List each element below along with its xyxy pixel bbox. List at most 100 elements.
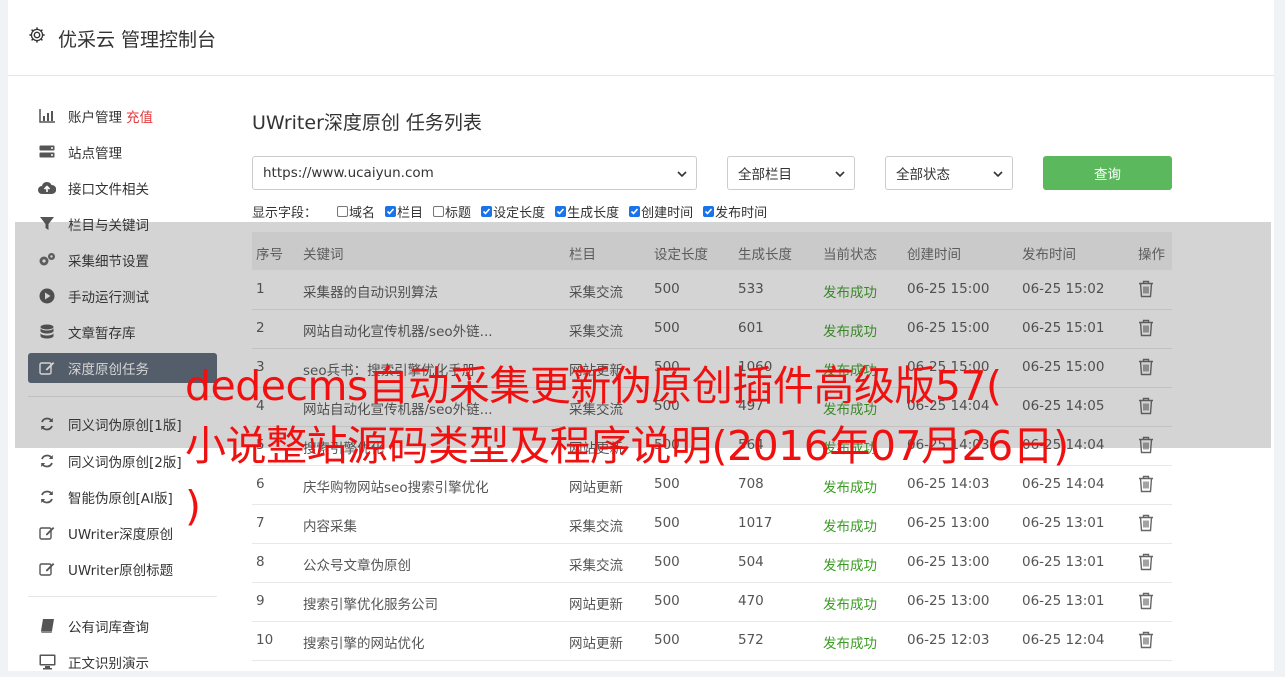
field-checkbox[interactable]: 设定长度 [481,202,545,221]
status-badge: 发布成功 [823,519,877,535]
display-fields: 显示字段： 域名 栏目 标题 设定长度 生成长度 创建时间 发布时间 [252,202,777,221]
table-row: 8 公众号文章伪原创 采集交流 500 504 发布成功 06-25 13:00 06-25 … [252,543,1172,583]
table-cell: 网站更新 [569,480,623,496]
field-checkbox[interactable]: 创建时间 [629,202,693,221]
table-row: 10 搜索引擎的网站优化 网站更新 500 572 发布成功 06-25 12:03 06-2… [252,621,1172,661]
site-select-value: https://www.ucaiyun.com [263,165,434,181]
table-cell: 8 [256,554,265,570]
table-cell: 500 [654,632,680,648]
column-select-value: 全部栏目 [738,167,792,183]
sidebar-item-14[interactable]: 公有词库查询 [28,611,217,641]
field-checkbox[interactable]: 域名 [337,202,375,221]
table-cell: 网站更新 [569,636,623,652]
checkbox-empty-icon [337,205,349,217]
field-checkbox-label: 发布时间 [715,205,768,221]
sidebar-item-label: 接口文件相关 [68,182,149,198]
top-header: 优采云 管理控制台 [8,0,1274,76]
server-icon [38,143,56,161]
field-checkbox-label: 域名 [349,205,376,221]
table-cell: 06-25 14:03 [907,476,990,492]
table-cell: 10 [256,632,274,648]
trash-icon[interactable] [1138,631,1154,649]
checkbox-checked-icon [385,205,397,217]
table-cell: 7 [256,515,265,531]
table-cell: 500 [654,476,680,492]
sidebar-item-label: UWriter原创标题 [68,563,174,579]
table-cell: 1017 [738,515,773,531]
refresh-icon [38,452,56,470]
table-cell: 500 [654,593,680,609]
query-button[interactable]: 查询 [1043,156,1172,190]
trash-icon[interactable] [1138,475,1154,493]
sidebar-divider [28,596,217,597]
table-cell: 708 [738,476,764,492]
site-select[interactable]: https://www.ucaiyun.com [252,156,697,190]
table-cell: 06-25 14:04 [1022,476,1105,492]
table-cell: 06-25 13:01 [1022,554,1105,570]
table-cell: 9 [256,593,265,609]
field-checkbox[interactable]: 标题 [433,202,471,221]
sidebar-item-2[interactable]: 站点管理 [28,137,217,167]
table-cell: 500 [654,554,680,570]
recharge-link[interactable]: 充值 [126,106,153,126]
field-checkbox-label: 标题 [445,205,472,221]
image-overlay [15,222,1271,448]
chevron-down-icon [677,171,687,178]
trash-icon[interactable] [1138,553,1154,571]
book-icon [38,617,56,635]
status-select[interactable]: 全部状态 [885,156,1013,190]
chevron-down-icon [993,171,1003,178]
watermark-line-2: 小说整站源码类型及程序说明(2016年07月26日) [185,422,1069,470]
status-badge: 发布成功 [823,636,877,652]
field-checkbox-label: 创建时间 [641,205,694,221]
field-checkbox-label: 生成长度 [567,205,620,221]
monitor-icon [38,653,56,671]
table-cell: 内容采集 [303,519,357,535]
sidebar-item-label: 站点管理 [68,146,122,162]
page-title: UWriter深度原创 任务列表 [252,112,482,134]
table-cell: 06-25 13:01 [1022,515,1105,531]
column-select[interactable]: 全部栏目 [727,156,855,190]
edit-icon [38,524,56,542]
bar-chart-icon [38,107,56,125]
sidebar-item-label: 公有词库查询 [68,620,149,636]
checkbox-checked-icon [481,205,493,217]
table-row: 9 搜索引擎优化服务公司 网站更新 500 470 发布成功 06-25 13:00 06-2… [252,582,1172,622]
field-checkbox[interactable]: 生成长度 [555,202,619,221]
sidebar-item-1[interactable]: 账户管理 充值 [28,101,217,131]
sidebar-item-15[interactable]: 正文识别演示 [28,647,217,677]
table-cell: 网站更新 [569,597,623,613]
trash-icon[interactable] [1138,514,1154,532]
sidebar-item-label: 账户管理 [68,110,122,126]
display-fields-label: 显示字段： [252,205,318,221]
chevron-down-icon [835,171,845,178]
table-cell: 搜索引擎的网站优化 [303,636,425,652]
checkbox-checked-icon [555,205,567,217]
table-cell: 06-25 12:03 [907,632,990,648]
checkbox-empty-icon [433,205,445,217]
field-checkbox-label: 栏目 [397,205,424,221]
table-cell: 500 [654,515,680,531]
sidebar-item-13[interactable]: UWriter原创标题 [28,554,217,584]
table-cell: 504 [738,554,764,570]
status-badge: 发布成功 [823,597,877,613]
sidebar-item-label: 正文识别演示 [68,656,149,672]
trash-icon[interactable] [1138,592,1154,610]
table-cell: 06-25 13:01 [1022,593,1105,609]
table-cell: 572 [738,632,764,648]
checkbox-checked-icon [629,205,641,217]
table-cell: 6 [256,476,265,492]
status-badge: 发布成功 [823,558,877,574]
table-cell: 庆华购物网站seo搜索引擎优化 [303,480,489,496]
field-checkbox[interactable]: 栏目 [385,202,423,221]
status-select-value: 全部状态 [896,167,950,183]
field-checkbox[interactable]: 发布时间 [703,202,767,221]
watermark-line-1: dedecms自动采集更新伪原创插件高级版57( [185,362,1002,410]
app-title: 优采云 管理控制台 [58,29,217,51]
sidebar-item-3[interactable]: 接口文件相关 [28,173,217,203]
table-cell: 06-25 13:00 [907,593,990,609]
sidebar-item-label: 同义词伪原创[2版] [68,455,182,471]
table-cell: 06-25 13:00 [907,515,990,531]
table-row: 6 庆华购物网站seo搜索引擎优化 网站更新 500 708 发布成功 06-25 14:0… [252,465,1172,505]
field-checkbox-label: 设定长度 [493,205,546,221]
